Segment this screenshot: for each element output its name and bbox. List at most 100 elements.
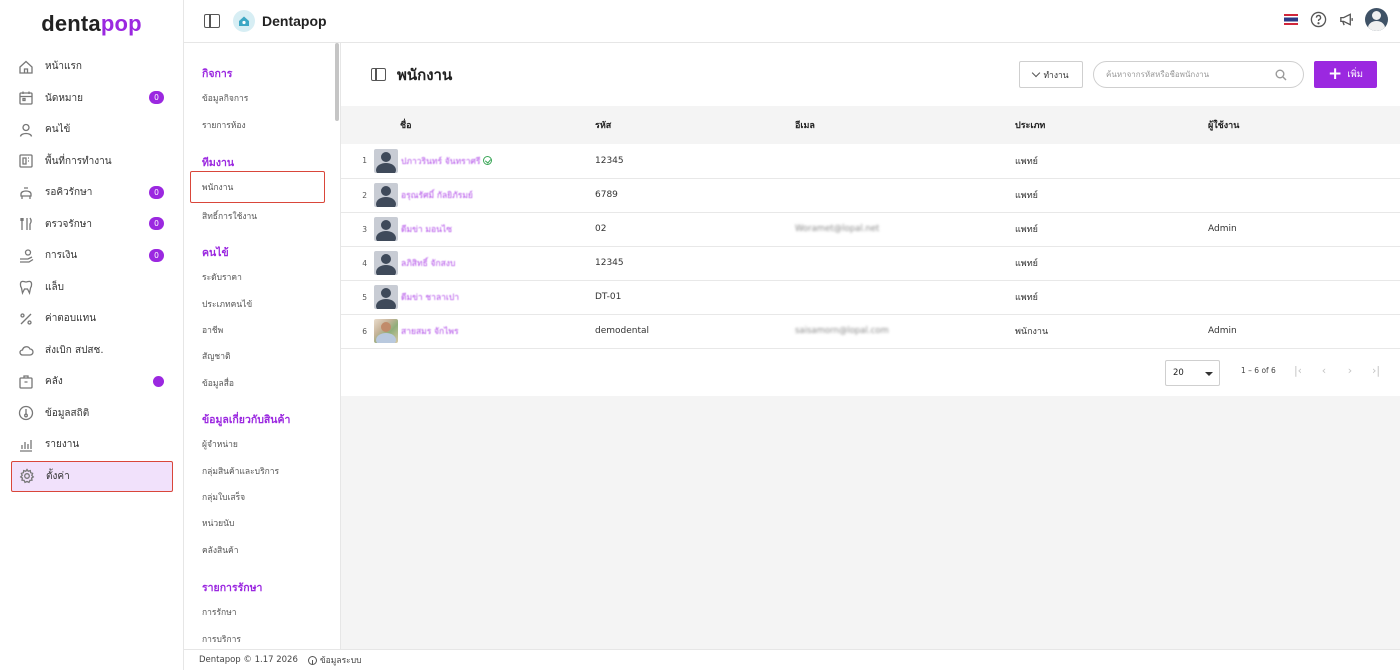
type-cell: พนักงาน xyxy=(1015,327,1049,337)
col-type[interactable]: ประเภท xyxy=(1015,106,1208,144)
count-badge: 0 xyxy=(149,91,164,104)
sidebar-item-1[interactable]: นัดหมาย 0 xyxy=(0,83,183,115)
sidebar-item-7[interactable]: แล็บ xyxy=(0,272,183,304)
tooth-icon xyxy=(18,279,34,296)
col-code[interactable]: รหัส xyxy=(595,106,795,144)
sidebar-item-6[interactable]: การเงิน 0 xyxy=(0,240,183,272)
subnav-item[interactable]: ผู้จำหน่าย xyxy=(184,431,340,457)
sidebar-item-0[interactable]: หน้าแรก xyxy=(0,51,183,83)
thai-flag-icon[interactable] xyxy=(1284,14,1298,25)
sidebar-item-label: คลัง xyxy=(45,376,63,388)
col-name[interactable]: ชื่อ xyxy=(341,106,595,144)
search-input[interactable] xyxy=(1106,70,1271,79)
code-cell: 12345 xyxy=(595,155,624,166)
footer: Dentapop © 1.17 2026 ข้อมูลระบบ xyxy=(184,649,1400,670)
sidebar-toggle-icon[interactable] xyxy=(204,14,220,28)
staff-name-link[interactable]: ปภาวรินทร์ จันทราศรี xyxy=(401,157,480,167)
sidebar-item-4[interactable]: รอคิวรักษา 0 xyxy=(0,177,183,209)
code-cell: DT-01 xyxy=(595,292,622,302)
sidebar-item-3[interactable]: พื้นที่การทำงาน xyxy=(0,146,183,178)
subnav-item[interactable]: กลุ่มใบเสร็จ xyxy=(184,484,340,510)
dental-chair-icon xyxy=(18,185,34,201)
subnav-item[interactable]: อาชีพ xyxy=(184,317,340,343)
count-badge: 0 xyxy=(149,217,164,230)
help-icon[interactable] xyxy=(1309,11,1327,29)
sidebar-item-label: ข้อมูลสถิติ xyxy=(45,407,90,419)
table-row[interactable]: 3 ดีมข่า มอนไซ 02 Woramet@lopal.net แพทย์ Adm… xyxy=(341,212,1400,246)
sidebar-item-5[interactable]: ตรวจรักษา 0 xyxy=(0,209,183,241)
plus-icon: + xyxy=(1327,64,1343,84)
subnav-item[interactable]: การบริการ xyxy=(184,625,340,649)
subnav-item[interactable]: คลังสินค้า xyxy=(184,537,340,563)
next-page-icon[interactable]: › xyxy=(1343,363,1357,377)
staff-name-link[interactable]: ดีมข่า ชาลาเปา xyxy=(401,293,459,303)
page-size-select[interactable]: 20 xyxy=(1165,360,1220,386)
subnav-item[interactable]: หน่วยนับ xyxy=(184,510,340,536)
sidebar-item-10[interactable]: คลัง xyxy=(0,366,183,398)
page-range: 1 – 6 of 6 xyxy=(1241,366,1276,375)
subnav-item[interactable]: การรักษา xyxy=(184,599,340,625)
top-bar: Dentapop xyxy=(184,0,1400,43)
code-cell: 02 xyxy=(595,224,607,234)
subnav-item[interactable]: สัญชาติ xyxy=(184,343,340,369)
top-actions xyxy=(1284,8,1388,31)
search-icon[interactable] xyxy=(1275,69,1287,81)
subnav-item[interactable]: ระดับราคา xyxy=(184,264,340,290)
package-icon xyxy=(18,374,34,390)
megaphone-icon[interactable] xyxy=(1337,11,1355,29)
user-icon xyxy=(18,122,34,138)
status-filter-button[interactable]: ทำงาน xyxy=(1019,61,1083,88)
avatar-cell xyxy=(367,246,401,280)
subnav-item[interactable]: รายการห้อง xyxy=(184,111,340,137)
col-user[interactable]: ผู้ใช้งาน xyxy=(1208,106,1400,144)
staff-name-link[interactable]: ลภิสิทธิ์ จักสงบ xyxy=(401,259,455,269)
sidebar-item-13[interactable]: ตั้งค่า xyxy=(11,460,173,492)
user-cell: Admin xyxy=(1208,224,1237,234)
sidebar-item-8[interactable]: ค่าตอบแทน xyxy=(0,303,183,335)
table-row[interactable]: 4 ลภิสิทธิ์ จักสงบ 12345 แพทย์ xyxy=(341,246,1400,280)
clinic-name[interactable]: Dentapop xyxy=(262,13,327,29)
system-info-link[interactable]: ข้อมูลระบบ xyxy=(307,653,362,667)
sidebar-item-label: รายงาน xyxy=(45,439,80,451)
user-avatar[interactable] xyxy=(1365,8,1388,31)
sidebar-item-11[interactable]: ข้อมูลสถิติ xyxy=(0,398,183,430)
last-page-icon[interactable]: ›| xyxy=(1369,363,1383,377)
code-cell: 12345 xyxy=(595,258,624,268)
staff-table: ชื่อ รหัส อีเมล ประเภท ผู้ใช้งาน 1 ปภาวริ… xyxy=(341,106,1400,349)
col-email[interactable]: อีเมล xyxy=(795,106,1015,144)
table-row[interactable]: 5 ดีมข่า ชาลาเปา DT-01 แพทย์ xyxy=(341,280,1400,314)
subnav-item[interactable]: ข้อมูลสื่อ xyxy=(184,370,340,396)
page-header: พนักงาน ทำงาน + เพิ่ม xyxy=(341,43,1400,106)
table-row[interactable]: 6 สายสมร จักไพร demodental saisamorn@lopal.… xyxy=(341,314,1400,348)
sidebar-item-9[interactable]: ส่งเบิก สปสช. xyxy=(0,335,183,367)
page-size-value: 20 xyxy=(1173,368,1184,378)
table-row[interactable]: 1 ปภาวรินทร์ จันทราศรี 12345 แพทย์ xyxy=(341,144,1400,178)
subnav-section: กิจการ ข้อมูลกิจการ รายการห้อง xyxy=(184,65,340,138)
prev-page-icon[interactable]: ‹ xyxy=(1317,363,1331,377)
sidebar-item-label: หน้าแรก xyxy=(45,61,82,73)
type-cell: แพทย์ xyxy=(1015,191,1038,201)
table-header-row: ชื่อ รหัส อีเมล ประเภท ผู้ใช้งาน xyxy=(341,106,1400,144)
subnav-item[interactable]: ข้อมูลกิจการ xyxy=(184,85,340,111)
staff-name-link[interactable]: อรุณรัศมิ์ กัลยิภัรมย์ xyxy=(401,191,473,201)
staff-name-link[interactable]: สายสมร จักไพร xyxy=(401,327,459,337)
staff-name-link[interactable]: ดีมข่า มอนไซ xyxy=(401,225,452,235)
panel-icon[interactable] xyxy=(371,68,386,81)
email-text: saisamorn@lopal.com xyxy=(795,326,889,336)
subnav-item[interactable]: กลุ่มสินค้าและบริการ xyxy=(184,457,340,483)
subnav-item[interactable]: สิทธิ์การใช้งาน xyxy=(184,203,340,229)
subnav-section: คนไข้ ระดับราคา ประเภทคนไข้ อาชีพ สัญชาติ ข้อ… xyxy=(184,244,340,396)
sidebar-item-2[interactable]: คนไข้ xyxy=(0,114,183,146)
add-staff-button[interactable]: + เพิ่ม xyxy=(1314,61,1377,88)
subnav-item[interactable]: พนักงาน xyxy=(190,171,325,203)
first-page-icon[interactable]: |‹ xyxy=(1291,363,1305,377)
subnav-item[interactable]: ประเภทคนไข้ xyxy=(184,290,340,316)
app-logo[interactable]: denta pop xyxy=(0,0,183,48)
type-cell: แพทย์ xyxy=(1015,293,1038,303)
workspace-icon xyxy=(18,153,34,169)
cloud-icon xyxy=(18,342,34,358)
search-box[interactable] xyxy=(1093,61,1304,88)
sidebar-item-12[interactable]: รายงาน xyxy=(0,429,183,461)
table-row[interactable]: 2 อรุณรัศมิ์ กัลยิภัรมย์ 6789 แพทย์ xyxy=(341,178,1400,212)
name-cell: ดีมข่า มอนไซ xyxy=(401,212,595,246)
